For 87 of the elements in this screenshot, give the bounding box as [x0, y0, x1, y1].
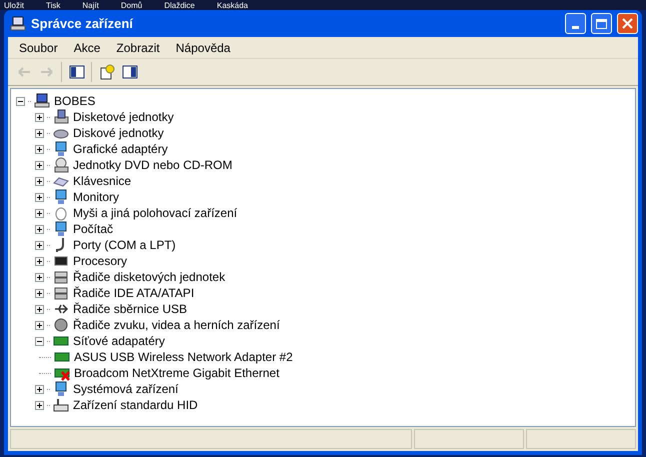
device-icon — [53, 141, 69, 157]
expander-toggle[interactable] — [35, 112, 44, 122]
expander-toggle[interactable] — [35, 160, 44, 170]
computer-icon — [10, 16, 26, 32]
tree-item-label[interactable]: Klávesnice — [72, 172, 132, 190]
tree-item-label[interactable]: Řadiče zvuku, videa a herních zařízení — [72, 316, 281, 334]
close-icon — [622, 18, 633, 29]
maximize-icon — [596, 18, 607, 28]
taskbar-button[interactable]: Tisk — [46, 0, 60, 10]
tree-item-label[interactable]: Systémová zařízení — [72, 380, 180, 398]
device-icon — [53, 317, 69, 333]
expander-toggle[interactable] — [35, 192, 44, 202]
maximize-button[interactable] — [591, 13, 612, 34]
plus-icon — [36, 114, 43, 120]
expander-toggle[interactable] — [35, 144, 44, 154]
plus-icon — [36, 162, 43, 168]
taskbar-button[interactable]: Kaskáda — [216, 0, 248, 10]
expander-toggle[interactable] — [35, 336, 44, 346]
expander-toggle[interactable] — [35, 384, 44, 394]
tree-item-label[interactable]: ASUS USB Wireless Network Adapter #2 — [73, 348, 294, 366]
plus-icon — [36, 258, 43, 264]
expander-toggle[interactable] — [35, 128, 44, 138]
expander-toggle[interactable] — [35, 240, 44, 250]
tree-item-label[interactable]: Jednotky DVD nebo CD-ROM — [72, 156, 234, 174]
expander-toggle[interactable] — [35, 256, 44, 266]
taskbar-button[interactable]: Uložit — [4, 0, 24, 10]
device-icon — [53, 221, 69, 237]
device-icon — [53, 397, 69, 413]
tree-item-label[interactable]: Síťové adapatéry — [72, 332, 166, 350]
plus-icon — [36, 306, 43, 312]
device-icon — [34, 93, 50, 109]
plus-icon — [36, 322, 43, 328]
plus-icon — [36, 386, 43, 392]
expander-toggle[interactable] — [35, 224, 44, 234]
device-icon — [53, 269, 69, 285]
plus-icon — [36, 402, 43, 408]
expander-toggle[interactable] — [35, 208, 44, 218]
taskbar-button[interactable]: Najít — [82, 0, 99, 10]
tree-item-label[interactable]: Řadiče IDE ATA/ATAPI — [72, 284, 196, 302]
menu-item[interactable]: Akce — [66, 38, 108, 56]
tree-item-label[interactable]: Porty (COM a LPT) — [72, 236, 177, 254]
plus-icon — [36, 194, 43, 200]
plus-icon — [36, 242, 43, 248]
plus-icon — [36, 226, 43, 232]
tree-item-label[interactable]: Zařízení standardu HID — [72, 396, 199, 414]
expander-toggle[interactable] — [35, 320, 44, 330]
expander-toggle[interactable] — [35, 272, 44, 282]
taskbar-button[interactable]: Domů — [120, 0, 142, 10]
minimize-icon — [572, 26, 579, 29]
tree-item-label[interactable]: Počítač — [72, 220, 114, 238]
tree-item-label[interactable]: Diskové jednotky — [72, 124, 165, 142]
tree-icon — [68, 64, 84, 80]
panel-icon — [122, 64, 138, 80]
plus-icon — [36, 274, 43, 280]
tree-item-label[interactable]: Grafické adaptéry — [72, 140, 169, 158]
tree-item-label[interactable]: Disketové jednotky — [72, 108, 175, 126]
device-icon — [53, 285, 69, 301]
menu-item[interactable]: Zobrazit — [108, 38, 168, 56]
menu-item[interactable]: Nápověda — [168, 38, 238, 56]
device-icon — [53, 109, 69, 125]
properties-icon — [98, 64, 114, 80]
tree-item-label[interactable]: Řadiče disketových jednotek — [72, 268, 226, 286]
expander-toggle[interactable] — [16, 96, 25, 106]
device-icon — [53, 157, 69, 173]
tree-item-label[interactable]: Řadiče sběrnice USB — [72, 300, 188, 318]
close-button[interactable] — [617, 13, 638, 34]
expander-toggle[interactable] — [35, 288, 44, 298]
plus-icon — [36, 290, 43, 296]
tree-item-label[interactable]: Broadcom NetXtreme Gigabit Ethernet — [73, 364, 280, 382]
plus-icon — [36, 146, 43, 152]
device-icon — [53, 205, 69, 221]
expander-toggle[interactable] — [35, 176, 44, 186]
menu-item[interactable]: Soubor — [11, 38, 66, 56]
plus-icon — [36, 178, 43, 184]
expander-toggle[interactable] — [35, 304, 44, 314]
taskbar-button[interactable]: Dlaždice — [164, 0, 195, 10]
minimize-button[interactable] — [565, 13, 586, 34]
device-icon — [53, 189, 69, 205]
tree-item-label[interactable]: Monitory — [72, 188, 120, 206]
device-icon — [53, 381, 69, 397]
plus-icon — [36, 130, 43, 136]
tree-item-label[interactable]: BOBES — [53, 92, 96, 110]
plus-icon — [36, 210, 43, 216]
tree-item-label[interactable]: Myši a jiná polohovací zařízení — [72, 204, 238, 222]
tree-item-label[interactable]: Procesory — [72, 252, 128, 270]
expander-toggle[interactable] — [35, 400, 44, 410]
window-title: Správce zařízení — [31, 14, 134, 33]
